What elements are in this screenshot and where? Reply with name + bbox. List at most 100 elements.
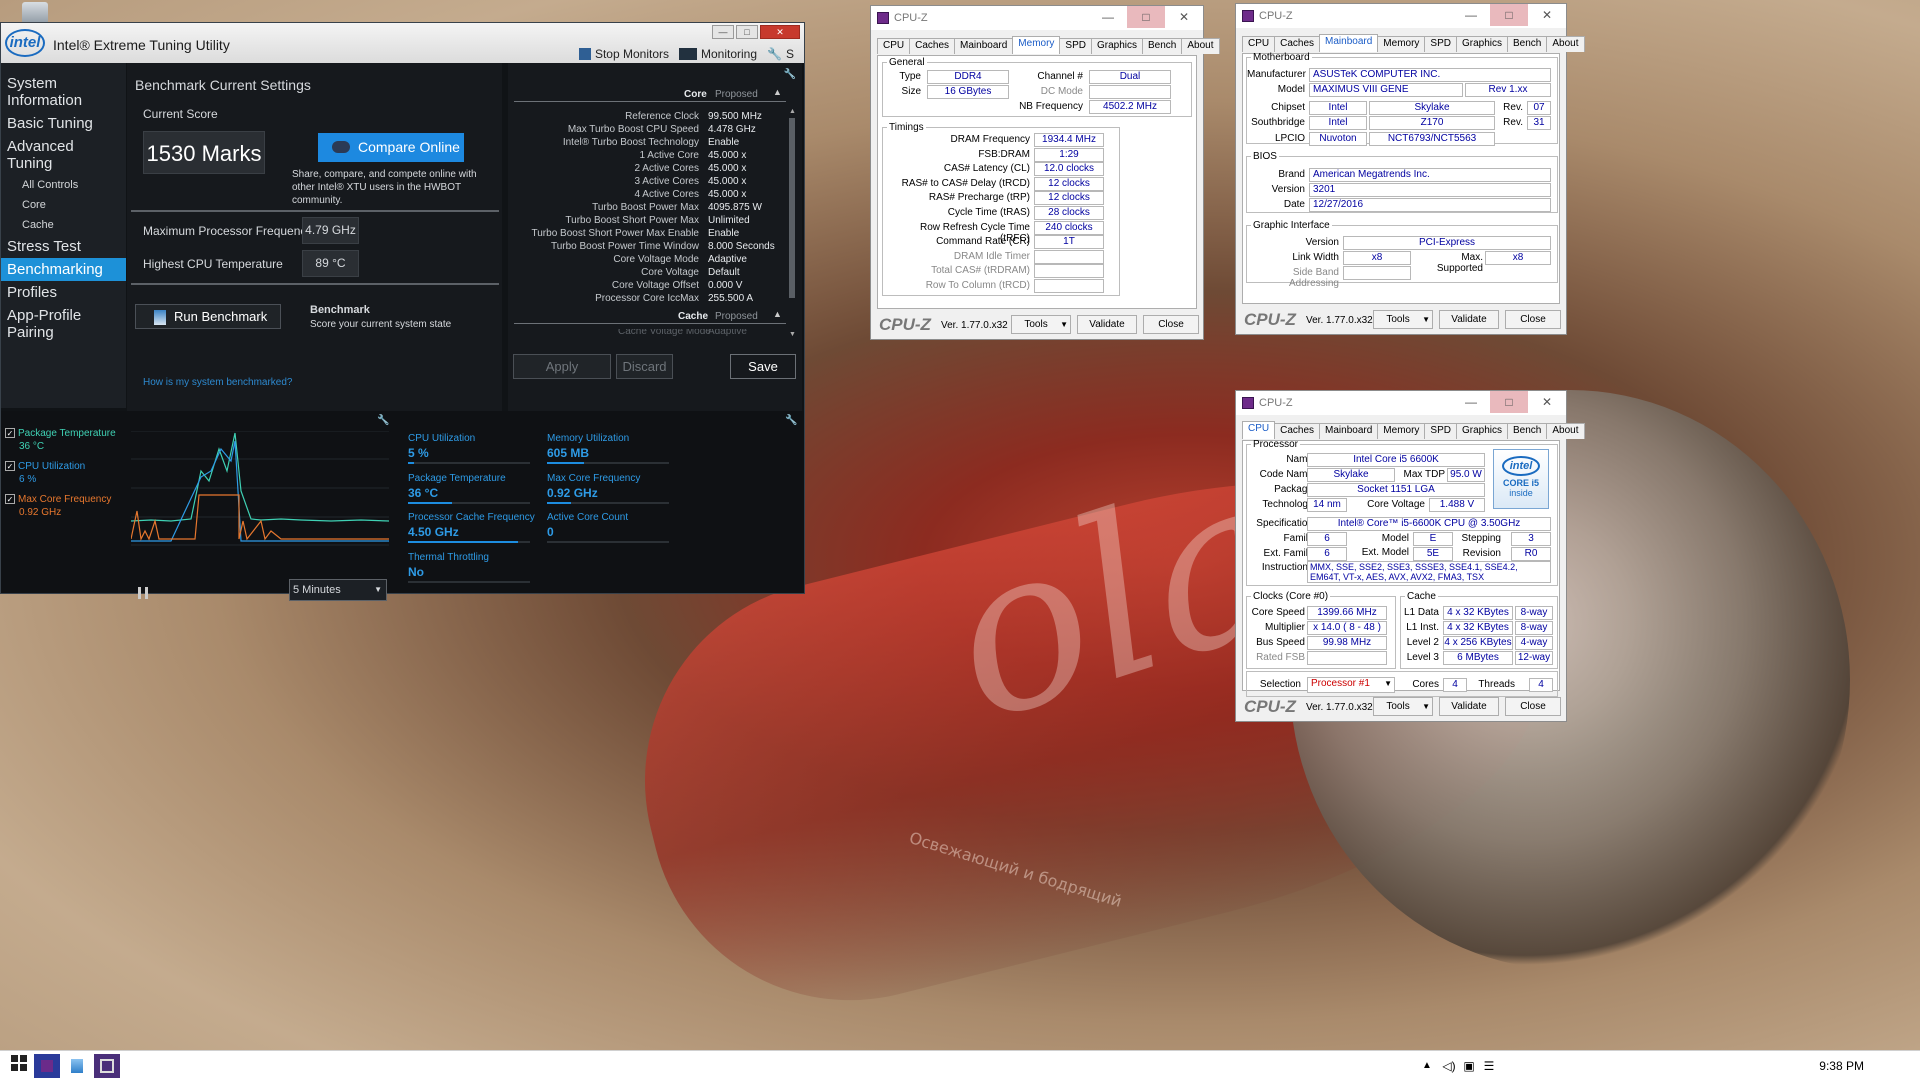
- legend-package-temp[interactable]: ✓ Package Temperature 36 °C: [5, 427, 116, 453]
- maximize-button[interactable]: □: [736, 25, 758, 39]
- checkbox-icon[interactable]: ✓: [5, 494, 15, 505]
- tab-bench[interactable]: Bench: [1142, 38, 1183, 54]
- close-button[interactable]: Close: [1143, 315, 1199, 334]
- tab-about[interactable]: About: [1546, 423, 1585, 439]
- action-center-icon[interactable]: ☰: [1476, 1054, 1502, 1078]
- close-button[interactable]: ✕: [1528, 4, 1566, 26]
- tab-about[interactable]: About: [1546, 36, 1585, 52]
- validate-button[interactable]: Validate: [1077, 315, 1137, 334]
- wrench-icon[interactable]: 🔧: [377, 415, 389, 426]
- validate-button[interactable]: Validate: [1439, 310, 1499, 329]
- close-button[interactable]: ✕: [1528, 391, 1566, 413]
- tab-spd[interactable]: SPD: [1424, 423, 1457, 439]
- validate-button[interactable]: Validate: [1439, 697, 1499, 716]
- name-value: Intel Core i5 6600K: [1307, 453, 1485, 467]
- maximize-button[interactable]: □: [1490, 4, 1528, 26]
- tab-spd[interactable]: SPD: [1424, 36, 1457, 52]
- cpuz-titlebar[interactable]: CPU-Z — □ ✕: [1236, 391, 1566, 415]
- cpuz-titlebar[interactable]: CPU-Z — □ ✕: [1236, 4, 1566, 28]
- close-button[interactable]: Close: [1505, 310, 1561, 329]
- xtu-titlebar[interactable]: intel Intel® Extreme Tuning Utility — □ …: [1, 23, 804, 63]
- wrench-icon[interactable]: 🔧: [784, 69, 796, 80]
- tab-memory[interactable]: Memory: [1377, 36, 1426, 52]
- wrench-icon[interactable]: 🔧: [785, 415, 797, 426]
- time-range-select[interactable]: 5 Minutes ▼: [289, 579, 387, 601]
- tab-bench[interactable]: Bench: [1507, 423, 1548, 439]
- cpuz-app-icon: [877, 12, 889, 24]
- maximize-button[interactable]: □: [1127, 6, 1165, 28]
- tab-cpu[interactable]: CPU: [1242, 36, 1276, 52]
- scroll-up-icon[interactable]: ▲: [789, 108, 796, 115]
- tab-mainboard[interactable]: Mainboard: [1319, 423, 1379, 439]
- apply-button[interactable]: Apply: [513, 354, 611, 379]
- scrollbar[interactable]: [789, 118, 795, 298]
- nav-all-controls[interactable]: All Controls: [1, 175, 126, 195]
- tab-cpu[interactable]: CPU: [877, 38, 911, 54]
- cpuz-titlebar[interactable]: CPU-Z — □ ✕: [871, 6, 1203, 30]
- cache-header: Cache: [678, 311, 709, 322]
- tab-memory[interactable]: Memory: [1012, 36, 1061, 54]
- tools-button[interactable]: Tools ▼: [1373, 697, 1433, 716]
- scroll-down-icon[interactable]: ▼: [789, 331, 796, 338]
- collapse-core-icon[interactable]: ▲: [773, 87, 782, 97]
- taskbar-app-explorer[interactable]: [64, 1054, 90, 1078]
- close-button[interactable]: Close: [1505, 697, 1561, 716]
- model-label: Model: [1381, 533, 1409, 544]
- pause-icon[interactable]: [138, 587, 148, 599]
- southbridge-value: Intel: [1309, 116, 1367, 130]
- nav-profiles[interactable]: Profiles: [1, 281, 126, 304]
- start-button[interactable]: [6, 1054, 32, 1078]
- tab-graphics[interactable]: Graphics: [1090, 38, 1143, 54]
- level3-ways: 12-way: [1515, 651, 1553, 665]
- close-button[interactable]: ✕: [1165, 6, 1203, 28]
- minimize-button[interactable]: —: [1089, 6, 1127, 28]
- checkbox-icon[interactable]: ✓: [5, 461, 15, 472]
- legend-cpu-util[interactable]: ✓ CPU Utilization 6 %: [5, 460, 85, 486]
- taskbar-clock[interactable]: 9:38 PM: [1819, 1059, 1864, 1073]
- recycle-bin-icon[interactable]: [22, 2, 48, 24]
- nav-benchmarking[interactable]: Benchmarking: [1, 258, 126, 281]
- nav-advanced-tuning[interactable]: Advanced Tuning: [1, 135, 126, 175]
- save-button[interactable]: Save: [730, 354, 796, 379]
- nav-cache[interactable]: Cache: [1, 215, 126, 235]
- stop-monitors-button[interactable]: Stop Monitors: [578, 47, 669, 61]
- collapse-cache-icon[interactable]: ▲: [773, 309, 782, 319]
- monitoring-button[interactable]: Monitoring: [679, 47, 757, 61]
- minimize-button[interactable]: —: [1452, 4, 1490, 26]
- discard-button[interactable]: Discard: [616, 354, 673, 379]
- tab-caches[interactable]: Caches: [1274, 36, 1321, 52]
- nav-app-profile-pairing[interactable]: App-Profile Pairing: [1, 304, 126, 344]
- nav-system-information[interactable]: System Information: [1, 72, 126, 112]
- tab-graphics[interactable]: Graphics: [1455, 36, 1508, 52]
- nav-stress-test[interactable]: Stress Test: [1, 235, 126, 258]
- tools-button[interactable]: Tools ▼: [1011, 315, 1071, 334]
- run-benchmark-button[interactable]: Run Benchmark: [135, 304, 281, 329]
- checkbox-icon[interactable]: ✓: [5, 428, 15, 439]
- close-button[interactable]: ✕: [760, 25, 800, 39]
- tab-about[interactable]: About: [1181, 38, 1220, 54]
- tab-caches[interactable]: Caches: [1274, 423, 1321, 439]
- tools-button[interactable]: Tools ▼: [1373, 310, 1433, 329]
- tab-bench[interactable]: Bench: [1507, 36, 1548, 52]
- legend-max-core-freq[interactable]: ✓ Max Core Frequency 0.92 GHz: [5, 493, 111, 519]
- tab-spd[interactable]: SPD: [1059, 38, 1092, 54]
- tab-mainboard[interactable]: Mainboard: [1319, 34, 1379, 52]
- maximize-button[interactable]: □: [1490, 391, 1528, 413]
- minimize-button[interactable]: —: [1452, 391, 1490, 413]
- taskbar-app-xtu[interactable]: [34, 1054, 60, 1078]
- nav-core[interactable]: Core: [1, 195, 126, 215]
- tab-caches[interactable]: Caches: [909, 38, 956, 54]
- minimize-button[interactable]: —: [712, 25, 734, 39]
- taskbar-app-cpuz[interactable]: [94, 1054, 120, 1078]
- processor-select[interactable]: Processor #1 ▼: [1307, 677, 1395, 693]
- tab-graphics[interactable]: Graphics: [1455, 423, 1508, 439]
- nav-basic-tuning[interactable]: Basic Tuning: [1, 112, 126, 135]
- cpuz-memory-body: General Type DDR4 Size 16 GBytes Channel…: [877, 55, 1197, 309]
- how-benchmarked-link[interactable]: How is my system benchmarked?: [143, 377, 293, 388]
- tab-mainboard[interactable]: Mainboard: [954, 38, 1014, 54]
- tab-cpu[interactable]: CPU: [1242, 421, 1276, 439]
- bios-date-value: 12/27/2016: [1309, 198, 1551, 212]
- tab-memory[interactable]: Memory: [1377, 423, 1426, 439]
- compare-online-button[interactable]: Compare Online: [318, 133, 464, 162]
- settings-button[interactable]: 🔧 S: [767, 47, 794, 61]
